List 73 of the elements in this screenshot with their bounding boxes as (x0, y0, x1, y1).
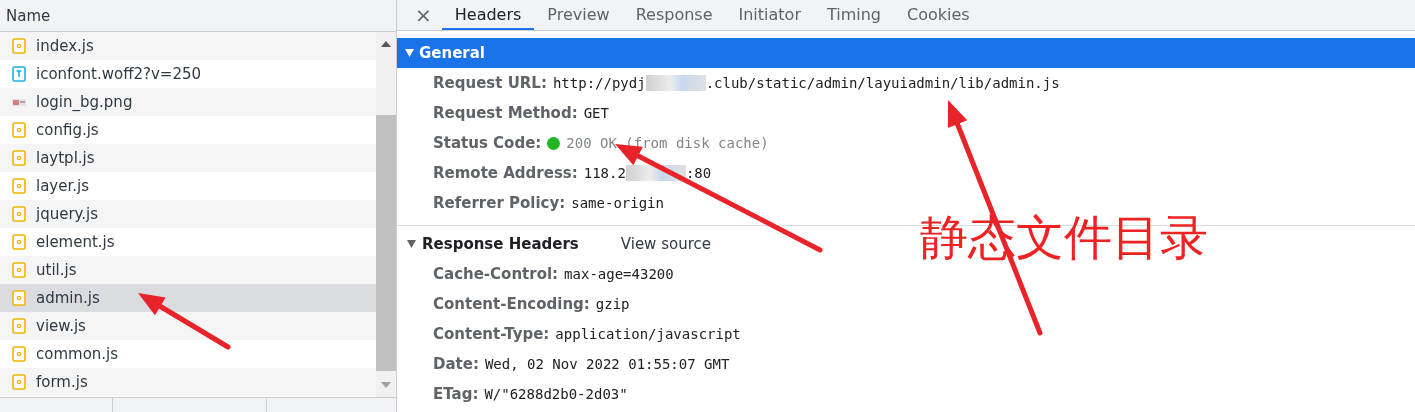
script-file-icon (12, 346, 26, 362)
file-name: index.js (36, 37, 94, 55)
script-file-icon (12, 262, 26, 278)
header-name: Date: (433, 355, 479, 373)
scroll-up-icon[interactable] (381, 41, 391, 47)
header-name: Cache-Control: (433, 265, 559, 283)
file-name: layer.js (36, 177, 89, 195)
header-value: max-age=43200 (564, 266, 674, 282)
file-name: login_bg.png (36, 93, 133, 111)
header-value: 118.2 (583, 165, 626, 181)
font-file-icon (12, 66, 26, 82)
header-value: application/javascript (555, 326, 741, 342)
script-file-icon (12, 318, 26, 334)
script-file-icon (12, 150, 26, 166)
header-name: ETag: (433, 385, 479, 403)
tab[interactable]: Preview (534, 0, 623, 30)
column-header[interactable]: Name (0, 0, 396, 32)
tab[interactable]: Timing (813, 0, 894, 30)
file-row[interactable]: util.js (0, 256, 376, 284)
file-name: laytpl.js (36, 149, 95, 167)
view-source-link[interactable]: View source (614, 234, 717, 254)
script-file-icon (12, 374, 26, 390)
file-row[interactable]: form.js (0, 368, 376, 396)
tab[interactable]: Response (622, 0, 726, 30)
file-name: config.js (36, 121, 99, 139)
header-name: Content-Encoding: (433, 295, 590, 313)
expanded-triangle-icon[interactable] (405, 49, 414, 57)
header-name: Remote Address: (433, 164, 578, 182)
header-value: 200 OK (from disk cache) (566, 135, 769, 151)
scrollbar[interactable] (376, 32, 396, 397)
script-file-icon (12, 234, 26, 250)
script-file-icon (12, 290, 26, 306)
file-name: iconfont.woff2?v=250 (36, 65, 202, 83)
file-name: form.js (36, 373, 88, 391)
section-header[interactable]: General (397, 38, 1415, 68)
header-value: gzip (595, 296, 630, 312)
file-row[interactable]: login_bg.png (0, 88, 376, 116)
header-name: Referrer Policy: (433, 194, 566, 212)
file-row[interactable]: jquery.js (0, 200, 376, 228)
header-name: Request URL: (433, 74, 547, 92)
file-name: view.js (36, 317, 86, 335)
header-value: W/"6288d2b0-2d03" (484, 386, 628, 402)
scrollbar-thumb[interactable] (376, 115, 396, 371)
tab[interactable]: Cookies (894, 0, 983, 30)
redacted-blur (645, 75, 706, 91)
header-name: Status Code: (433, 134, 542, 152)
header-name: Request Method: (433, 104, 578, 122)
file-row[interactable]: laytpl.js (0, 144, 376, 172)
tab[interactable]: Initiator (725, 0, 814, 30)
header-value: Wed, 02 Nov 2022 01:55:07 GMT (484, 356, 730, 372)
header-value: :80 (685, 165, 712, 181)
expanded-triangle-icon[interactable] (407, 240, 416, 248)
script-file-icon (12, 206, 26, 222)
file-row[interactable]: index.js (0, 32, 376, 60)
script-file-icon (12, 122, 26, 138)
section-title[interactable]: Response Headers (422, 235, 579, 253)
header-name: Content-Type: (433, 325, 550, 343)
tab[interactable]: Headers (441, 0, 535, 30)
header-value: same-origin (571, 195, 664, 211)
file-name: jquery.js (36, 205, 99, 223)
header-value: .club/static/admin/layuiadmin/lib/admin.js (705, 75, 1060, 91)
scroll-down-icon[interactable] (381, 382, 391, 388)
header-value: GET (583, 105, 609, 121)
header-value: http://pydj (552, 75, 646, 91)
close-button[interactable]: × (405, 0, 442, 30)
script-file-icon (12, 38, 26, 54)
script-file-icon (12, 178, 26, 194)
file-name: element.js (36, 233, 115, 251)
file-row[interactable]: admin.js (0, 284, 376, 312)
file-row[interactable]: view.js (0, 312, 376, 340)
file-name: common.js (36, 345, 119, 363)
file-name: admin.js (36, 289, 100, 307)
file-name: util.js (36, 261, 77, 279)
